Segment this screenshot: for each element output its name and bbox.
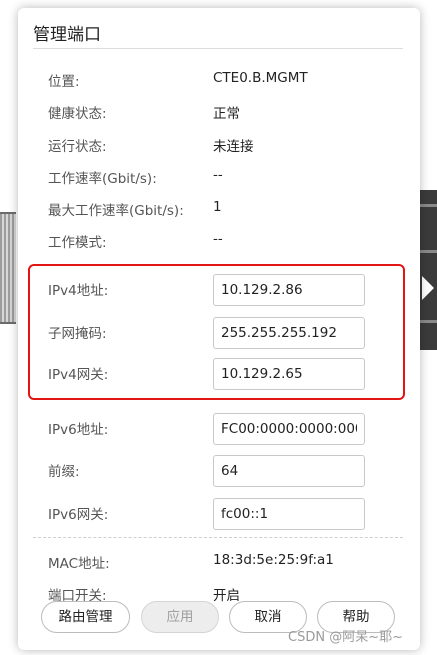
dialog-title: 管理端口 — [33, 25, 101, 45]
max-work-rate-label: 最大工作速率(Gbit/s): — [48, 203, 184, 219]
device-image-left — [0, 212, 16, 324]
route-management-button[interactable]: 路由管理 — [41, 601, 130, 633]
work-mode-label: 工作模式: — [48, 235, 107, 251]
ipv6-gateway-label: IPv6网关: — [48, 507, 109, 523]
row-work-rate: 工作速率(Gbit/s): -- — [48, 164, 408, 188]
work-mode-value: -- — [213, 231, 223, 247]
next-arrow-icon — [422, 276, 434, 300]
max-work-rate-value: 1 — [213, 199, 222, 215]
row-location: 位置: CTE0.B.MGMT — [48, 67, 408, 91]
location-value: CTE0.B.MGMT — [213, 70, 308, 86]
port-switch-value: 开启 — [213, 588, 240, 604]
device-image-right — [418, 190, 437, 350]
title-divider — [33, 48, 403, 49]
mac-address-label: MAC地址: — [48, 556, 110, 572]
prefix-label: 前缀: — [48, 464, 80, 480]
ipv6-address-label: IPv6地址: — [48, 422, 109, 438]
row-ipv6-address: IPv6地址: — [48, 413, 408, 445]
watermark-text: CSDN @阿呆~耶~ — [288, 630, 403, 645]
health-status-label: 健康状态: — [48, 106, 107, 122]
management-port-dialog: 管理端口 位置: CTE0.B.MGMT 健康状态: 正常 运行状态: 未连接 … — [18, 8, 420, 650]
row-max-work-rate: 最大工作速率(Gbit/s): 1 — [48, 196, 408, 220]
row-health-status: 健康状态: 正常 — [48, 99, 408, 123]
ipv6-address-input[interactable] — [213, 413, 365, 445]
row-ipv6-gateway: IPv6网关: — [48, 498, 408, 530]
section-divider — [33, 537, 403, 538]
row-work-mode: 工作模式: -- — [48, 228, 408, 252]
mac-address-value: 18:3d:5e:25:9f:a1 — [213, 552, 334, 568]
work-rate-label: 工作速率(Gbit/s): — [48, 171, 157, 187]
row-running-status: 运行状态: 未连接 — [48, 132, 408, 156]
prefix-input[interactable] — [213, 455, 365, 487]
row-prefix: 前缀: — [48, 455, 408, 487]
running-status-value: 未连接 — [213, 139, 254, 155]
location-label: 位置: — [48, 74, 80, 90]
row-mac-address: MAC地址: 18:3d:5e:25:9f:a1 — [48, 549, 408, 573]
work-rate-value: -- — [213, 167, 223, 183]
ipv6-gateway-input[interactable] — [213, 498, 365, 530]
highlight-annotation-box — [28, 264, 405, 400]
health-status-value: 正常 — [213, 106, 240, 122]
apply-button[interactable]: 应用 — [141, 601, 219, 633]
running-status-label: 运行状态: — [48, 139, 107, 155]
